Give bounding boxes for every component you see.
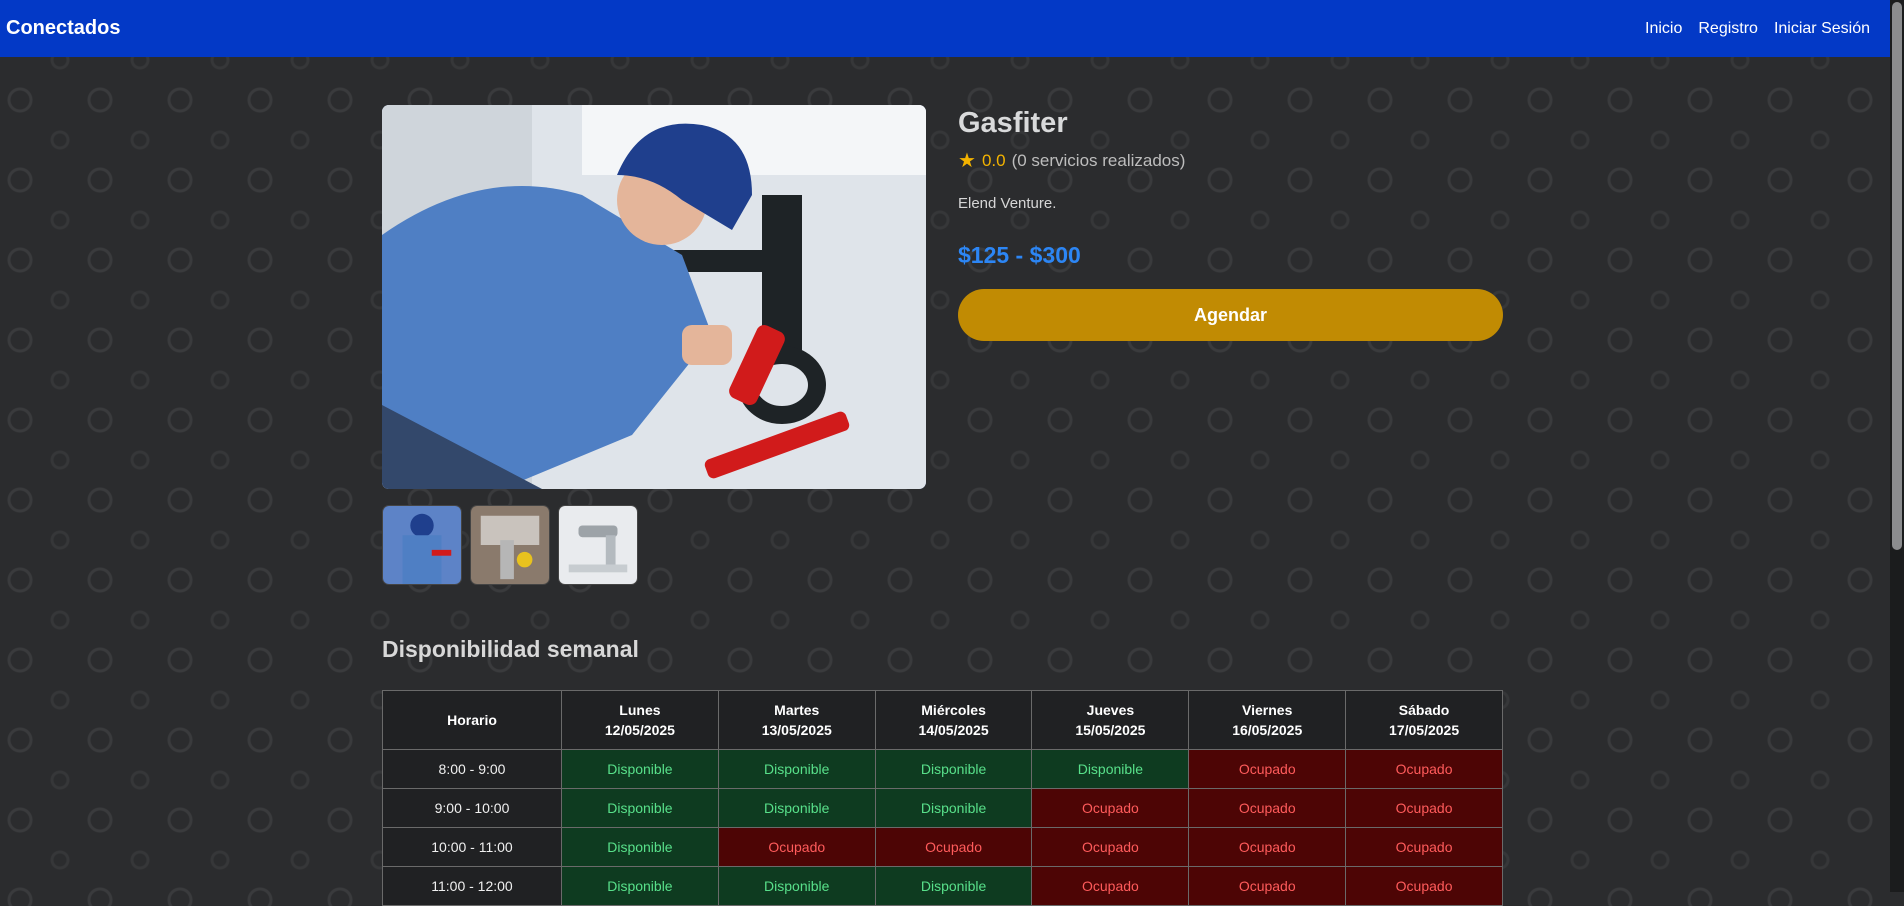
availability-table: Horario Lunes 12/05/2025 Martes 13/05/2025… [382,690,1503,906]
thumbnail-1[interactable] [382,505,462,585]
day-header: Jueves 15/05/2025 [1031,690,1190,750]
top-navbar: Conectados Inicio Registro Iniciar Sesió… [0,0,1890,57]
slot-cell: Ocupado [1188,788,1347,828]
brand-logo[interactable]: Conectados [6,17,120,40]
table-row: 9:00 - 10:00 Disponible Disponible Disponib… [382,788,1503,828]
slot-cell: Ocupado [1345,788,1503,828]
thumbnail-3[interactable] [558,505,638,585]
slot-cell[interactable]: Disponible [717,866,876,906]
slot-cell: Ocupado [1188,749,1347,789]
table-header-row: Horario Lunes 12/05/2025 Martes 13/05/2025… [382,690,1503,750]
slot-cell[interactable]: Disponible [717,788,876,828]
thumbnail-2[interactable] [470,505,550,585]
rating-count: (0 servicios realizados) [1011,150,1186,170]
slot-cell[interactable]: Disponible [717,749,876,789]
slot-cell: Ocupado [1031,866,1190,906]
nav-link-iniciar-sesion[interactable]: Iniciar Sesión [1774,20,1870,38]
slot-cell: Ocupado [1345,866,1503,906]
company-name: Elend Venture. [958,195,1057,212]
scrollbar-thumb[interactable] [1892,2,1902,550]
slot-cell[interactable]: Disponible [874,749,1033,789]
service-main-photo [382,105,926,489]
slot-cell[interactable]: Disponible [561,827,719,867]
nav-link-registro[interactable]: Registro [1698,20,1758,38]
slot-cell: Ocupado [1345,827,1503,867]
slot-cell: Ocupado [874,827,1033,867]
star-icon: ★ [958,150,976,172]
slot-cell: Ocupado [1031,788,1190,828]
page-scrollbar[interactable] [1890,0,1904,892]
time-column-header: Horario [382,690,562,750]
slot-cell: Ocupado [1031,827,1190,867]
slot-cell: Ocupado [1345,749,1503,789]
day-header: Miércoles 14/05/2025 [874,690,1033,750]
table-row: 11:00 - 12:00 Disponible Disponible Disponi… [382,866,1503,906]
service-title: Gasfiter [958,107,1068,139]
table-row: 8:00 - 9:00 Disponible Disponible Disponibl… [382,749,1503,789]
time-slot-label: 9:00 - 10:00 [382,788,562,828]
nav-links: Inicio Registro Iniciar Sesión [1645,20,1870,38]
time-slot-label: 8:00 - 9:00 [382,749,562,789]
slot-cell[interactable]: Disponible [874,866,1033,906]
slot-cell: Ocupado [1188,866,1347,906]
time-slot-label: 11:00 - 12:00 [382,866,562,906]
table-row: 10:00 - 11:00 Disponible Ocupado Ocupado Ocu… [382,827,1503,867]
price-range: $125 - $300 [958,242,1081,268]
nav-link-inicio[interactable]: Inicio [1645,20,1682,38]
day-header: Lunes 12/05/2025 [561,690,719,750]
slot-cell: Ocupado [717,827,876,867]
day-header: Martes 13/05/2025 [717,690,876,750]
availability-title: Disponibilidad semanal [382,636,639,662]
slot-cell: Ocupado [1188,827,1347,867]
rating: ★ 0.0 (0 servicios realizados) [958,148,1503,173]
slot-cell[interactable]: Disponible [561,749,719,789]
day-header: Sábado 17/05/2025 [1345,690,1503,750]
slot-cell[interactable]: Disponible [561,788,719,828]
service-info: Gasfiter ★ 0.0 (0 servicios realizados) … [958,105,1503,341]
slot-cell[interactable]: Disponible [1031,749,1190,789]
time-slot-label: 10:00 - 11:00 [382,827,562,867]
rating-value: 0.0 [981,150,1006,170]
day-header: Viernes 16/05/2025 [1188,690,1347,750]
slot-cell[interactable]: Disponible [561,866,719,906]
thumbnail-strip [382,505,638,585]
slot-cell[interactable]: Disponible [874,788,1033,828]
book-button[interactable]: Agendar [958,289,1503,341]
